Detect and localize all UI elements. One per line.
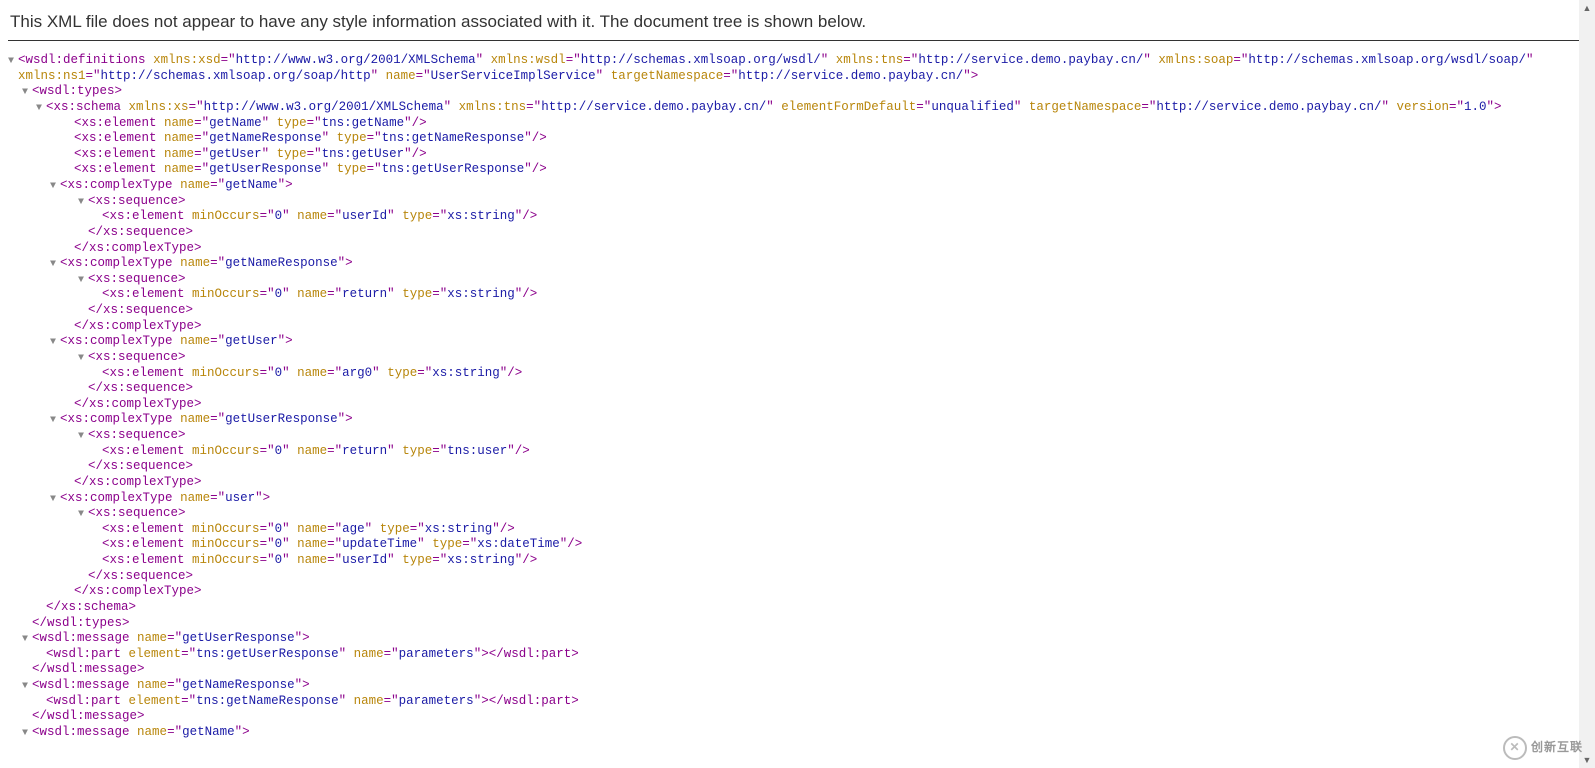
sequence-open[interactable]: ▼<xs:sequence> (8, 428, 1587, 444)
chevron-down-icon[interactable]: ▼ (78, 353, 88, 366)
complextype-user-open[interactable]: ▼<xs:complexType name="user"> (8, 491, 1587, 507)
complextype-close: </xs:complexType> (8, 319, 1587, 335)
chevron-down-icon[interactable]: ▼ (22, 681, 32, 694)
chevron-down-icon[interactable]: ▼ (78, 509, 88, 522)
header-divider (8, 40, 1587, 41)
sequence-close: </xs:sequence> (8, 459, 1587, 475)
sequence-close: </xs:sequence> (8, 381, 1587, 397)
message-getUserResponse-open[interactable]: ▼<wsdl:message name="getUserResponse"> (8, 631, 1587, 647)
ct-element-return-string[interactable]: <xs:element minOccurs="0" name="return" … (8, 287, 1587, 303)
part-getUserResponse[interactable]: <wsdl:part element="tns:getUserResponse"… (8, 647, 1587, 663)
definitions-open[interactable]: ▼<wsdl:definitions xmlns:xsd="http://www… (8, 53, 1587, 69)
message-close: </wsdl:message> (8, 709, 1587, 725)
schema-open[interactable]: ▼<xs:schema xmlns:xs="http://www.w3.org/… (8, 100, 1587, 116)
sequence-close: </xs:sequence> (8, 225, 1587, 241)
sequence-open[interactable]: ▼<xs:sequence> (8, 350, 1587, 366)
element-getUserResponse[interactable]: <xs:element name="getUserResponse" type=… (8, 162, 1587, 178)
element-getNameResponse[interactable]: <xs:element name="getNameResponse" type=… (8, 131, 1587, 147)
chevron-down-icon[interactable]: ▼ (78, 197, 88, 210)
chevron-down-icon[interactable]: ▼ (36, 103, 46, 116)
ct-element-userId[interactable]: <xs:element minOccurs="0" name="userId" … (8, 209, 1587, 225)
complextype-getUser-open[interactable]: ▼<xs:complexType name="getUser"> (8, 334, 1587, 350)
message-close: </wsdl:message> (8, 662, 1587, 678)
definitions-open-line2: xmlns:ns1="http://schemas.xmlsoap.org/so… (8, 69, 1587, 85)
complextype-close: </xs:complexType> (8, 241, 1587, 257)
sequence-open[interactable]: ▼<xs:sequence> (8, 272, 1587, 288)
chevron-down-icon[interactable]: ▼ (50, 337, 60, 350)
chevron-down-icon[interactable]: ▼ (50, 494, 60, 507)
chevron-down-icon[interactable]: ▼ (78, 275, 88, 288)
ct-element-age[interactable]: <xs:element minOccurs="0" name="age" typ… (8, 522, 1587, 538)
types-close: </wsdl:types> (8, 616, 1587, 632)
chevron-down-icon[interactable]: ▼ (22, 728, 32, 741)
complextype-close: </xs:complexType> (8, 584, 1587, 600)
message-getName-open[interactable]: ▼<wsdl:message name="getName"> (8, 725, 1587, 741)
chevron-down-icon[interactable]: ▼ (50, 259, 60, 272)
ct-element-updateTime[interactable]: <xs:element minOccurs="0" name="updateTi… (8, 537, 1587, 553)
sequence-close: </xs:sequence> (8, 303, 1587, 319)
complextype-close: </xs:complexType> (8, 397, 1587, 413)
ct-element-return-user[interactable]: <xs:element minOccurs="0" name="return" … (8, 444, 1587, 460)
sequence-open[interactable]: ▼<xs:sequence> (8, 506, 1587, 522)
part-getNameResponse[interactable]: <wsdl:part element="tns:getNameResponse"… (8, 694, 1587, 710)
sequence-open[interactable]: ▼<xs:sequence> (8, 194, 1587, 210)
element-getName[interactable]: <xs:element name="getName" type="tns:get… (8, 116, 1587, 132)
types-open[interactable]: ▼<wsdl:types> (8, 84, 1587, 100)
scroll-up-icon[interactable]: ▲ (1579, 0, 1595, 16)
schema-close: </xs:schema> (8, 600, 1587, 616)
complextype-getUserResponse-open[interactable]: ▼<xs:complexType name="getUserResponse"> (8, 412, 1587, 428)
watermark-icon: ✕ (1503, 736, 1527, 760)
sequence-close: </xs:sequence> (8, 569, 1587, 585)
xml-notice-message: This XML file does not appear to have an… (8, 8, 1587, 40)
chevron-down-icon[interactable]: ▼ (78, 431, 88, 444)
vertical-scrollbar[interactable]: ▲ ▼ (1579, 0, 1595, 768)
complextype-getNameResponse-open[interactable]: ▼<xs:complexType name="getNameResponse"> (8, 256, 1587, 272)
element-getUser[interactable]: <xs:element name="getUser" type="tns:get… (8, 147, 1587, 163)
ct-element-userId2[interactable]: <xs:element minOccurs="0" name="userId" … (8, 553, 1587, 569)
chevron-down-icon[interactable]: ▼ (22, 634, 32, 647)
complextype-getName-open[interactable]: ▼<xs:complexType name="getName"> (8, 178, 1587, 194)
watermark-logo: ✕创新互联 (1503, 736, 1583, 760)
message-getNameResponse-open[interactable]: ▼<wsdl:message name="getNameResponse"> (8, 678, 1587, 694)
chevron-down-icon[interactable]: ▼ (50, 415, 60, 428)
chevron-down-icon[interactable]: ▼ (50, 181, 60, 194)
complextype-close: </xs:complexType> (8, 475, 1587, 491)
chevron-down-icon[interactable]: ▼ (22, 87, 32, 100)
ct-element-arg0[interactable]: <xs:element minOccurs="0" name="arg0" ty… (8, 366, 1587, 382)
chevron-down-icon[interactable]: ▼ (8, 56, 18, 69)
xml-tree: ▼<wsdl:definitions xmlns:xsd="http://www… (8, 53, 1587, 741)
